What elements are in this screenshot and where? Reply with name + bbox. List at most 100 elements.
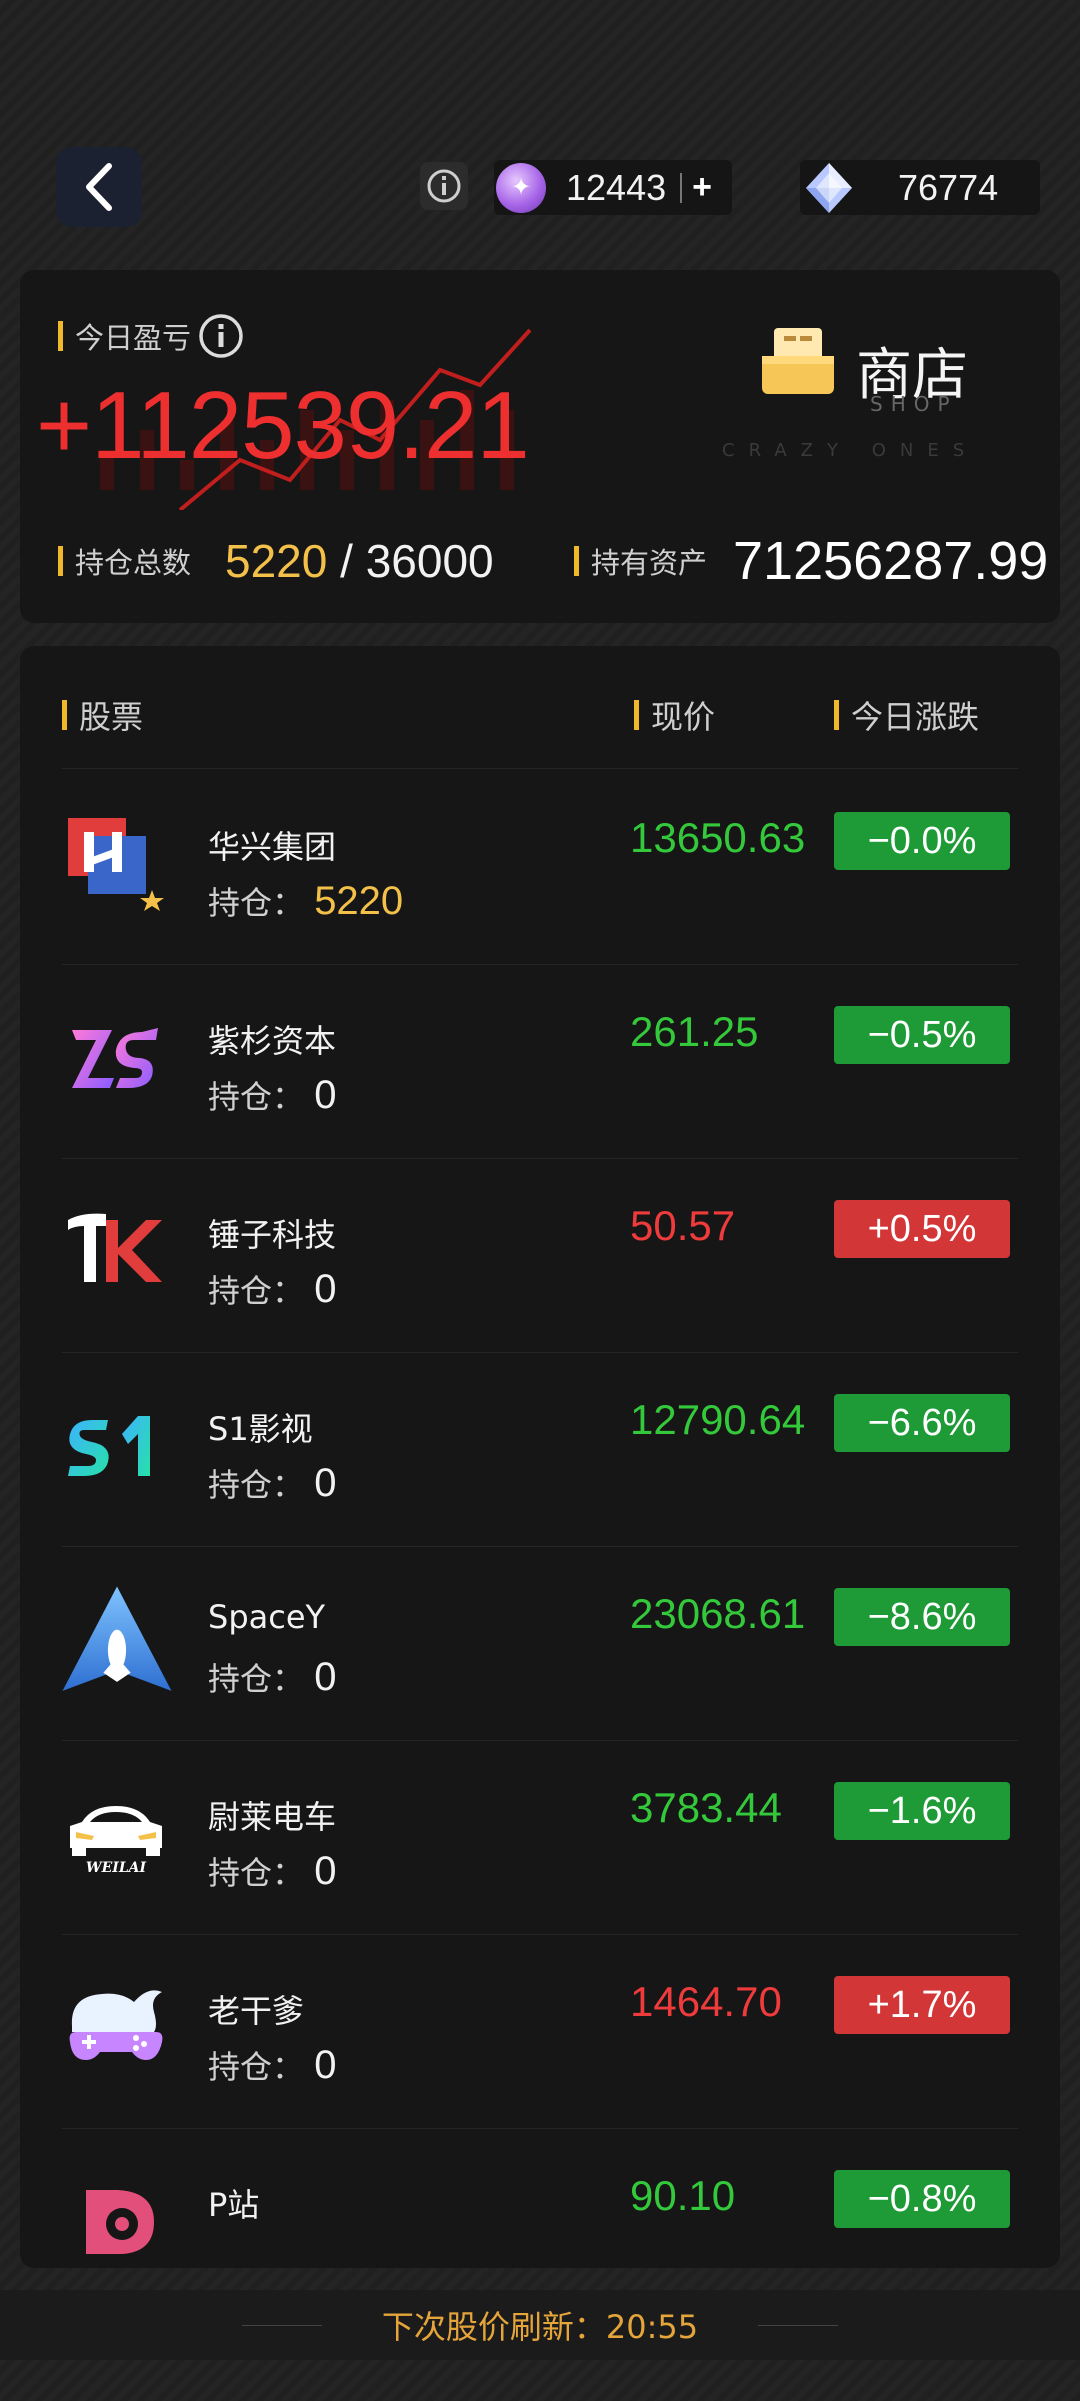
stock-price: 12790.64 <box>630 1396 806 1443</box>
accent-bar <box>834 700 839 730</box>
assets-label: 持有资产 <box>591 546 708 580</box>
stock-price: 261.25 <box>630 1008 759 1055</box>
gamepad-logo <box>69 1990 163 2060</box>
change-badge: −0.0% <box>834 812 1010 870</box>
s1-logo <box>68 1416 150 1476</box>
zs-logo <box>72 1028 158 1088</box>
change-badge: −1.6% <box>834 1782 1010 1840</box>
holding-value: 0 <box>314 1073 337 1117</box>
refresh-footer: 下次股价刷新：20:55 <box>0 2290 1080 2360</box>
holding-value: 5220 <box>314 879 404 923</box>
stock-name: 紫杉资本 <box>208 1022 337 1060</box>
shop-subtitle: SHOP <box>870 392 958 416</box>
holding-row: 持仓： 0 <box>208 1460 336 1506</box>
holdings-label: 持仓总数 <box>75 546 192 580</box>
holding-label: 持仓： <box>208 1078 305 1116</box>
holding-value: 0 <box>314 1461 337 1505</box>
stock-row-pzhan[interactable]: P站 90.10 −0.8% <box>62 2128 1018 2258</box>
stock-row-huaxing[interactable]: 华兴集团 持仓： 5220 13650.63 −0.0% <box>62 770 1018 965</box>
holding-label: 持仓： <box>208 1466 305 1504</box>
watermark-text: CRAZY ONES <box>722 440 979 461</box>
holding-label: 持仓： <box>208 884 305 922</box>
stock-price: 90.10 <box>630 2172 736 2219</box>
divider <box>680 172 683 203</box>
stock-name: P站 <box>208 2186 260 2224</box>
header-stock: 股票 <box>62 692 143 738</box>
car-logo: WEILAI <box>70 1806 162 1876</box>
holdings-current: 5220 <box>225 535 328 587</box>
hammer-logo <box>68 1213 162 1282</box>
car-logo-text: WEILAI <box>86 1860 147 1876</box>
change-badge: −6.6% <box>834 1394 1010 1452</box>
holding-value: 0 <box>314 1655 337 1699</box>
stock-row-chuizi[interactable]: 锤子科技 持仓： 0 50.57 +0.5% <box>62 1158 1018 1353</box>
holding-value: 0 <box>314 2043 337 2087</box>
holding-label: 持仓： <box>208 2048 305 2086</box>
stock-name: 尉莱电车 <box>208 1798 337 1836</box>
accent-bar <box>58 321 63 351</box>
stock-name: 锤子科技 <box>208 1216 337 1254</box>
holding-label: 持仓： <box>208 1660 305 1698</box>
shop-button[interactable]: 商店 SHOP <box>760 312 1000 422</box>
stock-row-spacey[interactable]: SpaceY 持仓： 0 23068.61 −8.6% <box>62 1546 1018 1741</box>
holding-row: 持仓： 0 <box>208 1848 336 1894</box>
accent-bar <box>62 700 67 730</box>
info-icon <box>427 169 461 203</box>
refresh-text: 下次股价刷新：20:55 <box>382 2302 698 2348</box>
stock-price: 1464.70 <box>630 1978 782 2025</box>
holding-row: 持仓： 0 <box>208 1654 336 1700</box>
header-change: 今日涨跌 <box>834 692 979 738</box>
header-stock-label: 股票 <box>79 698 144 736</box>
stock-price: 3783.44 <box>630 1784 782 1831</box>
refresh-label: 下次股价刷新： <box>381 2308 606 2346</box>
gem-balance: 76774 <box>898 166 999 208</box>
pnl-label: 今日盈亏 <box>75 321 192 355</box>
pnl-value: +112539.21 <box>36 372 530 479</box>
huaxing-logo <box>68 818 164 911</box>
accent-bar <box>574 546 579 576</box>
stock-name: 华兴集团 <box>208 828 337 866</box>
accent-bar <box>58 546 63 576</box>
back-button[interactable] <box>56 147 142 227</box>
diamond-icon <box>806 162 852 213</box>
holdings-row: 持仓总数 5220 / 36000 <box>58 534 494 588</box>
stock-row-s1[interactable]: S1影视 持仓： 0 12790.64 −6.6% <box>62 1352 1018 1547</box>
change-badge: +0.5% <box>834 1200 1010 1258</box>
holding-row: 持仓： 0 <box>208 1072 336 1118</box>
stock-name: 老干爹 <box>208 1992 305 2030</box>
holdings-separator: / <box>327 535 366 587</box>
change-badge: −0.8% <box>834 2170 1010 2228</box>
stock-row-laoganda[interactable]: 老干爹 持仓： 0 1464.70 +1.7% <box>62 1934 1018 2129</box>
pnl-label-row: 今日盈亏 <box>58 312 245 360</box>
change-badge: +1.7% <box>834 1976 1010 2034</box>
holding-value: 0 <box>314 1267 337 1311</box>
assets-row: 持有资产 71256287.99 <box>574 530 1048 592</box>
accent-bar <box>634 700 639 730</box>
stock-price: 50.57 <box>630 1202 736 1249</box>
holding-row: 持仓： 5220 <box>208 878 403 924</box>
change-badge: −8.6% <box>834 1588 1010 1646</box>
info-button[interactable] <box>420 162 468 210</box>
rocket-logo <box>62 1586 172 1691</box>
p-logo <box>86 2190 154 2254</box>
holding-value: 0 <box>314 1849 337 1893</box>
header-price: 现价 <box>634 692 715 738</box>
stock-price: 13650.63 <box>630 814 806 861</box>
coin-icon: ✦ <box>496 162 546 213</box>
chevron-left-icon <box>86 163 112 211</box>
stock-row-zishan[interactable]: 紫杉资本 持仓： 0 261.25 −0.5% <box>62 964 1018 1159</box>
info-icon[interactable] <box>197 312 245 360</box>
stock-name: SpaceY <box>208 1598 326 1636</box>
gem-balance-pill: 76774 <box>800 160 1040 215</box>
holding-label: 持仓： <box>208 1272 305 1310</box>
coin-balance-pill: ✦ 12443 + <box>494 160 732 215</box>
holdings-max: 36000 <box>365 535 494 587</box>
stock-row-weilai[interactable]: WEILAI 尉莱电车 持仓： 0 3783.44 −1.6% <box>62 1740 1018 1935</box>
holding-label: 持仓： <box>208 1854 305 1892</box>
holding-row: 持仓： 0 <box>208 1266 336 1312</box>
shop-box-icon <box>762 328 834 394</box>
stock-price: 23068.61 <box>630 1590 806 1637</box>
assets-value: 71256287.99 <box>733 531 1049 591</box>
divider <box>241 2324 322 2326</box>
add-coins-button[interactable]: + <box>692 168 712 207</box>
